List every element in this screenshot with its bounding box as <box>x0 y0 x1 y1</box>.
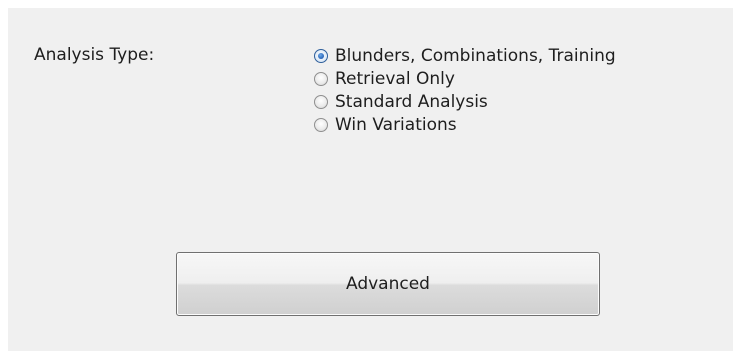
radio-button-icon[interactable] <box>314 117 328 132</box>
radio-option-win-variations[interactable]: Win Variations <box>314 113 616 136</box>
radio-button-icon[interactable] <box>314 71 328 86</box>
radio-option-blunders[interactable]: Blunders, Combinations, Training <box>314 44 616 67</box>
radio-option-label: Blunders, Combinations, Training <box>335 45 616 66</box>
radio-option-retrieval-only[interactable]: Retrieval Only <box>314 67 616 90</box>
radio-button-selected-icon[interactable] <box>314 48 328 63</box>
radio-option-label: Win Variations <box>335 114 457 135</box>
advanced-button[interactable]: Advanced <box>176 252 600 316</box>
radio-option-label: Retrieval Only <box>335 68 455 89</box>
analysis-type-radio-group: Blunders, Combinations, Training Retriev… <box>314 44 616 136</box>
analysis-type-label: Analysis Type: <box>34 45 155 65</box>
analysis-settings-panel: Analysis Type: Blunders, Combinations, T… <box>8 8 733 351</box>
radio-button-icon[interactable] <box>314 94 328 109</box>
radio-option-standard-analysis[interactable]: Standard Analysis <box>314 90 616 113</box>
radio-option-label: Standard Analysis <box>335 91 488 112</box>
